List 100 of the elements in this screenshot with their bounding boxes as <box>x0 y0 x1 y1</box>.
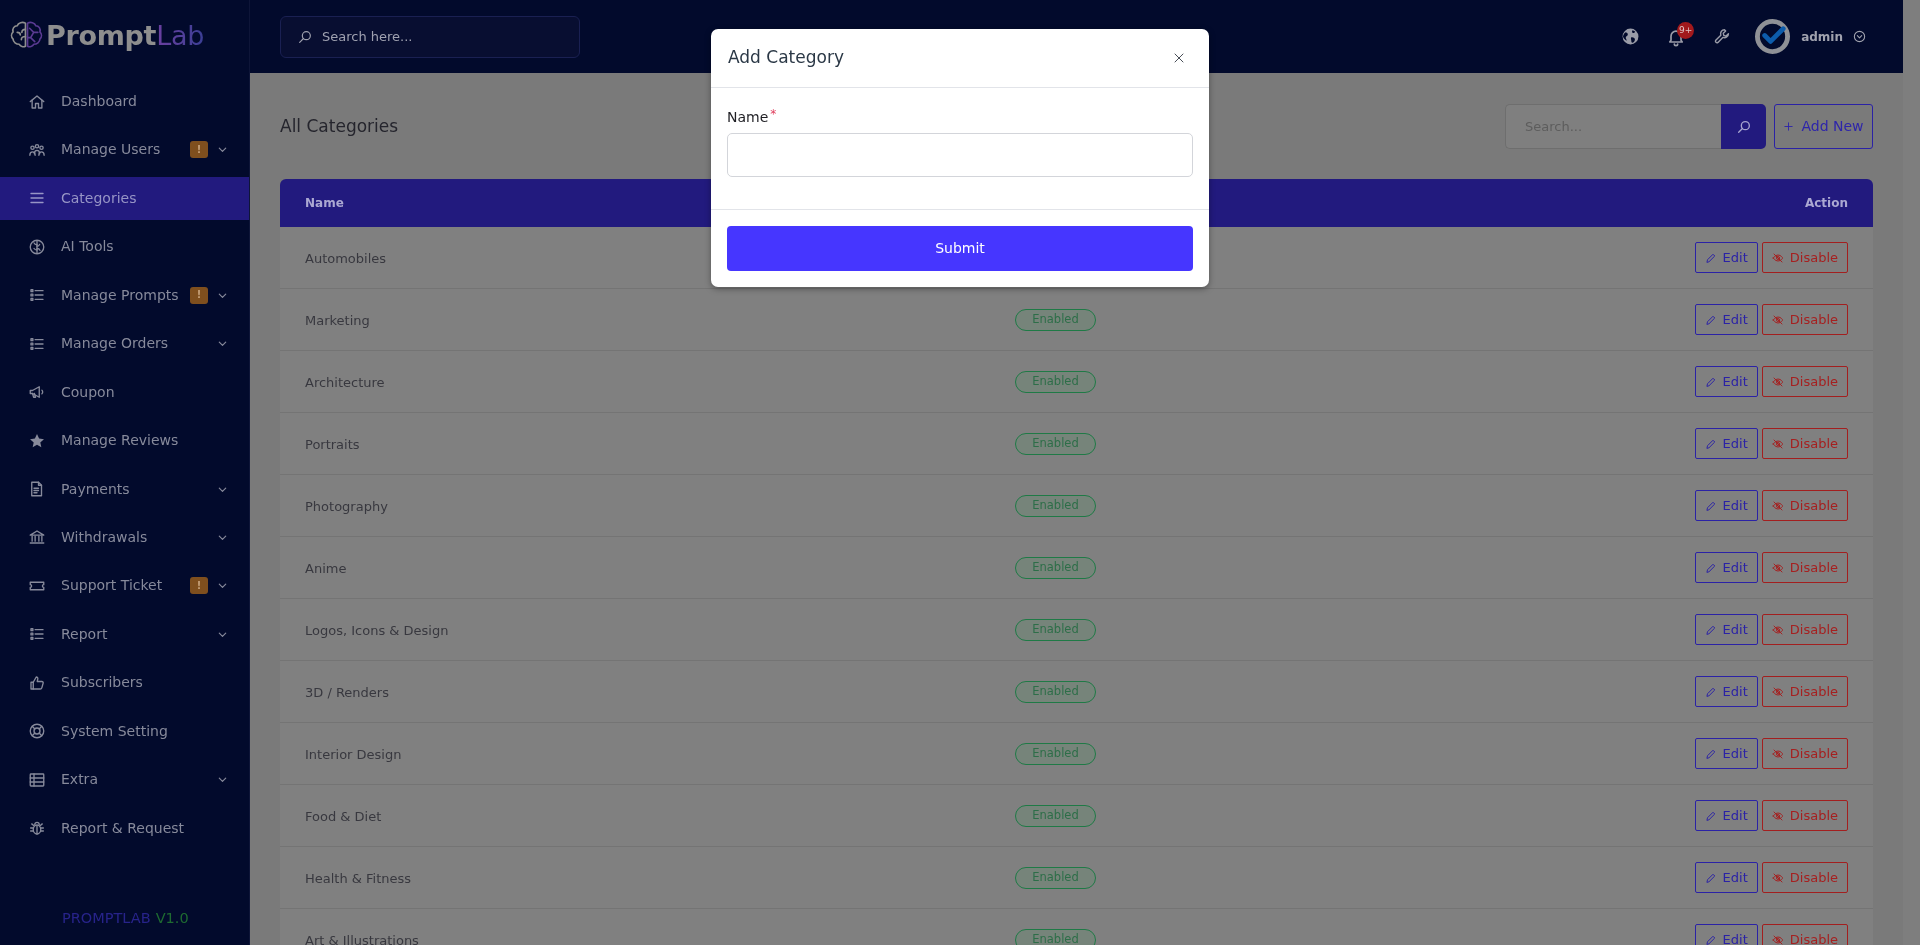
disable-button[interactable]: Disable <box>1761 490 1848 521</box>
search-icon <box>297 28 313 45</box>
check-circle-icon[interactable] <box>1755 19 1791 54</box>
field-label: Name <box>727 107 769 127</box>
eye-slash-icon <box>1771 747 1784 760</box>
status-badge: Enabled <box>1015 804 1096 827</box>
pencil-icon <box>1704 437 1717 450</box>
required-mark: * <box>770 107 777 121</box>
edit-button[interactable]: Edit <box>1694 800 1758 831</box>
warning-badge: ! <box>190 141 208 159</box>
edit-button[interactable]: Edit <box>1694 490 1758 521</box>
status-badge: Enabled <box>1015 556 1096 579</box>
brain-circle-icon <box>28 237 46 256</box>
category-name: Art & Illustrations <box>305 932 419 945</box>
category-name: 3D / Renders <box>305 684 389 700</box>
eye-slash-icon <box>1771 561 1784 574</box>
sidebar-item[interactable]: Coupon <box>0 370 249 414</box>
sidebar-item[interactable]: Subscribers <box>0 661 249 705</box>
status-badge: Enabled <box>1015 494 1096 517</box>
category-name: Photography <box>305 498 388 514</box>
disable-button[interactable]: Disable <box>1761 366 1848 397</box>
sidebar-item[interactable]: Payments <box>0 467 249 511</box>
eye-slash-icon <box>1771 933 1784 945</box>
pencil-icon <box>1704 871 1717 884</box>
sidebar-item[interactable]: Extra <box>0 758 249 802</box>
edit-button[interactable]: Edit <box>1694 676 1758 707</box>
category-name: Portraits <box>305 436 360 452</box>
category-name: Marketing <box>305 312 370 328</box>
eye-slash-icon <box>1771 623 1784 636</box>
disable-button[interactable]: Disable <box>1761 924 1848 945</box>
status-badge: Enabled <box>1015 618 1096 641</box>
sidebar-item[interactable]: Dashboard <box>0 80 249 123</box>
category-name: Logos, Icons & Design <box>305 622 449 638</box>
sidebar-item[interactable]: Withdrawals <box>0 515 249 559</box>
edit-button[interactable]: Edit <box>1694 428 1758 459</box>
disable-button[interactable]: Disable <box>1761 552 1848 583</box>
lifebuoy-icon <box>28 722 46 741</box>
edit-button[interactable]: Edit <box>1694 366 1758 397</box>
edit-button[interactable]: Edit <box>1694 614 1758 645</box>
disable-button[interactable]: Disable <box>1761 862 1848 893</box>
name-input[interactable] <box>727 133 1193 177</box>
eye-slash-icon <box>1771 375 1784 388</box>
eye-slash-icon <box>1771 313 1784 326</box>
plus-icon <box>1783 121 1795 132</box>
category-name: Anime <box>305 560 347 576</box>
globe-icon[interactable] <box>1621 27 1641 46</box>
edit-button[interactable]: Edit <box>1694 242 1758 273</box>
warning-badge: ! <box>190 286 208 304</box>
sidebar-item[interactable]: Support Ticket ! <box>0 564 249 608</box>
warning-badge: ! <box>190 577 208 595</box>
disable-button[interactable]: Disable <box>1761 800 1848 831</box>
edit-button[interactable]: Edit <box>1694 304 1758 335</box>
pencil-icon <box>1704 809 1717 822</box>
edit-button[interactable]: Edit <box>1694 862 1758 893</box>
sidebar-item[interactable]: Report & Request <box>0 806 249 850</box>
sidebar-item[interactable]: Categories <box>0 176 249 220</box>
disable-button[interactable]: Disable <box>1761 614 1848 645</box>
eye-slash-icon <box>1771 251 1784 264</box>
sidebar-item[interactable]: Manage Prompts ! <box>0 273 249 317</box>
status-badge: Enabled <box>1015 370 1096 393</box>
user-name[interactable]: admin <box>1801 27 1843 46</box>
category-name: Interior Design <box>305 746 402 762</box>
pencil-icon <box>1704 747 1717 760</box>
sidebar-item[interactable]: Manage Users ! <box>0 128 249 172</box>
sidebar-item[interactable]: System Setting <box>0 709 249 753</box>
search-icon <box>1735 118 1752 135</box>
close-icon <box>1173 52 1185 64</box>
pencil-icon <box>1704 561 1717 574</box>
disable-button[interactable]: Disable <box>1761 242 1848 273</box>
eye-slash-icon <box>1771 437 1784 450</box>
search-field[interactable]: Search here... <box>280 15 580 58</box>
disable-button[interactable]: Disable <box>1761 304 1848 335</box>
notification-badge: 9+ <box>1677 21 1695 39</box>
disable-button[interactable]: Disable <box>1761 738 1848 769</box>
bank-icon <box>28 528 46 547</box>
submit-button[interactable]: Submit <box>727 226 1193 271</box>
status-badge: Enabled <box>1015 308 1096 331</box>
column-header: Name <box>305 195 344 212</box>
pencil-icon <box>1704 251 1717 264</box>
sidebar-item[interactable]: Manage Reviews <box>0 419 249 463</box>
chevron-down-circle-icon[interactable] <box>1853 30 1866 43</box>
status-badge: Enabled <box>1015 866 1096 889</box>
add-new-button[interactable]: Add New <box>1774 104 1873 149</box>
logo-wordmark: PromptLab <box>46 19 205 53</box>
edit-button[interactable]: Edit <box>1694 552 1758 583</box>
eye-slash-icon <box>1771 809 1784 822</box>
edit-button[interactable]: Edit <box>1694 924 1758 945</box>
edit-button[interactable]: Edit <box>1694 738 1758 769</box>
sidebar-item[interactable]: Report <box>0 612 249 656</box>
close-button[interactable] <box>1173 52 1185 64</box>
disable-button[interactable]: Disable <box>1761 676 1848 707</box>
sidebar-item[interactable]: Manage Orders <box>0 322 249 366</box>
version-label: V1.0 <box>155 909 189 929</box>
sidebar-item[interactable]: AI Tools <box>0 225 249 269</box>
disable-button[interactable]: Disable <box>1761 428 1848 459</box>
search-button[interactable] <box>1721 104 1766 149</box>
table-icon <box>28 770 46 789</box>
category-name: Health & Fitness <box>305 870 412 886</box>
status-badge: Enabled <box>1015 928 1096 945</box>
eye-slash-icon <box>1771 871 1784 884</box>
